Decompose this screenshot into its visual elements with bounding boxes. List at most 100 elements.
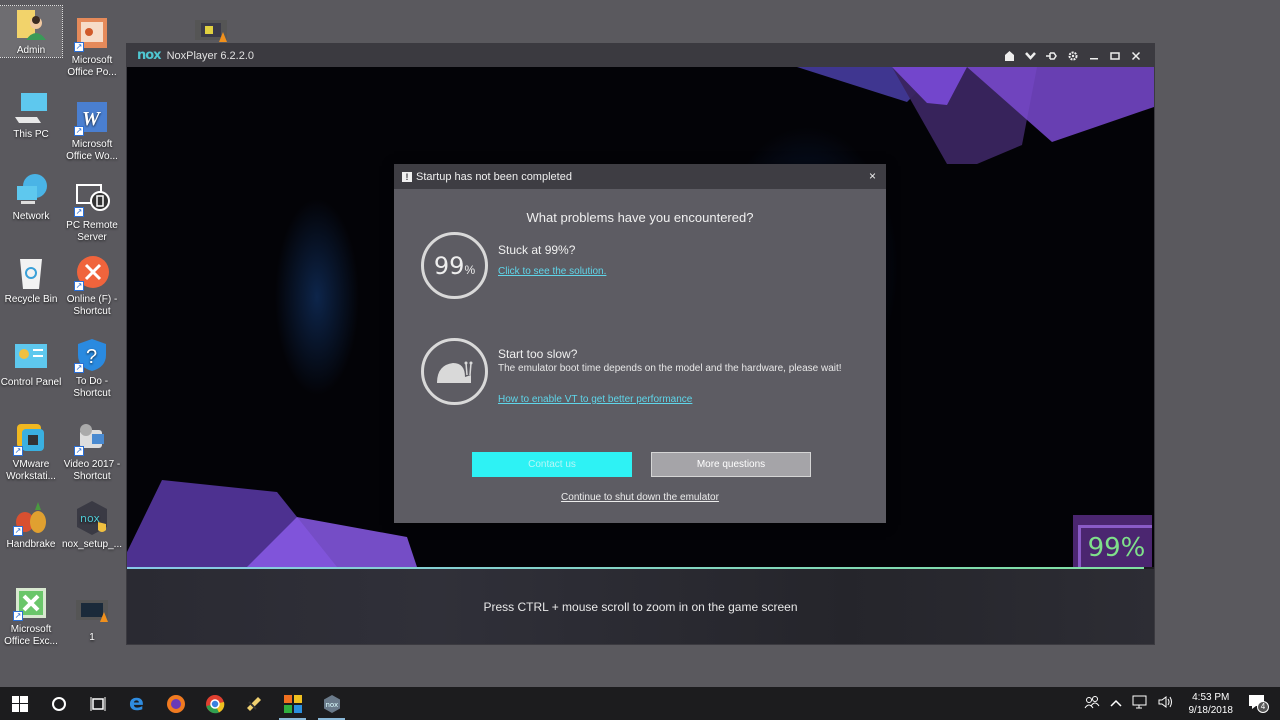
dialog-header[interactable]: ! Startup has not been completed ×	[394, 164, 886, 189]
boot-progress-text: 99%	[1078, 525, 1152, 567]
video-file-icon[interactable]	[193, 18, 229, 42]
desktop-icon-this-pc[interactable]: This PC	[0, 90, 62, 141]
window-controls	[999, 44, 1146, 67]
nox-setup-icon: nox	[74, 500, 110, 536]
warning-icon: !	[402, 171, 412, 182]
word-icon: W ↗	[74, 100, 110, 136]
chrome-icon[interactable]	[195, 687, 234, 720]
tiles-app-icon[interactable]	[273, 687, 312, 720]
winamp-icon[interactable]	[234, 687, 273, 720]
shutdown-emulator-link[interactable]: Continue to shut down the emulator	[394, 492, 886, 503]
title-bar[interactable]: nox NoxPlayer 6.2.2.0	[127, 44, 1154, 67]
shortcut-arrow-icon: ↗	[74, 446, 84, 456]
desktop-icon-label: This PC	[13, 129, 49, 140]
shortcut-arrow-icon: ↗	[13, 611, 23, 621]
shutdown-link-text[interactable]: Continue to shut down the emulator	[561, 492, 719, 503]
svg-text:?: ?	[86, 346, 97, 368]
svg-text:nox: nox	[80, 512, 100, 525]
error-x-icon: ↗	[74, 255, 110, 291]
desktop-icon-label: To Do - Shortcut	[73, 376, 111, 399]
network-icon	[13, 172, 49, 208]
desktop-icon-label: Online (F) - Shortcut	[66, 294, 118, 317]
solution-link[interactable]: Click to see the solution.	[498, 266, 606, 277]
desktop-icon-label: Recycle Bin	[4, 294, 58, 305]
problem-slow-title: Start too slow?	[498, 347, 578, 361]
desktop-icon-label: Microsoft Office Wo...	[66, 139, 118, 162]
video-file-icon	[74, 593, 110, 629]
background-shape-top-right	[797, 67, 1154, 164]
boot-progress-badge: 99%	[1073, 515, 1152, 567]
desktop-icon-excel[interactable]: ↗ Microsoft Office Exc...	[0, 585, 62, 648]
shortcut-arrow-icon: ↗	[74, 126, 84, 136]
zoom-hint-text: Press CTRL + mouse scroll to zoom in on …	[483, 599, 798, 614]
startup-dialog: ! Startup has not been completed × What …	[394, 164, 886, 523]
show-hidden-icons-chevron[interactable]	[1105, 698, 1127, 710]
background-shape-bottom-left	[127, 480, 417, 567]
network-status-icon[interactable]	[1127, 695, 1153, 712]
desktop-icon-label: Video 2017 - Shortcut	[63, 459, 121, 482]
dialog-close-button[interactable]: ×	[869, 169, 876, 183]
desktop-icon-word[interactable]: W ↗ Microsoft Office Wo...	[61, 100, 123, 163]
desktop-icon-label: Handbrake	[6, 539, 56, 550]
chevron-down-icon[interactable]	[1020, 44, 1041, 67]
windows-start-icon[interactable]	[0, 687, 39, 720]
desktop-icon-handbrake[interactable]: ↗ Handbrake	[0, 500, 62, 551]
excel-icon: ↗	[13, 585, 49, 621]
desktop-icon-video-1[interactable]: 1	[61, 593, 123, 644]
clock-date: 9/18/2018	[1188, 704, 1234, 716]
desktop-icon-control-panel[interactable]: Control Panel	[0, 338, 62, 389]
desktop-icon-admin[interactable]: Admin	[0, 5, 63, 58]
desktop-icon-pc-remote-server[interactable]: ↗ PC Remote Server	[61, 181, 123, 244]
shortcut-arrow-icon: ↗	[74, 281, 84, 291]
problem-slow-description: The emulator boot time depends on the mo…	[498, 363, 842, 374]
desktop-icon-label: PC Remote Server	[66, 220, 118, 243]
minimize-icon[interactable]	[1083, 44, 1104, 67]
gear-icon[interactable]	[1062, 44, 1083, 67]
close-icon[interactable]	[1125, 44, 1146, 67]
desktop-icon-to-do[interactable]: ? ↗ To Do - Shortcut	[61, 337, 123, 400]
contact-us-button[interactable]: Contact us	[472, 452, 632, 477]
shortcut-arrow-icon: ↗	[74, 42, 84, 52]
cortana-icon[interactable]	[39, 687, 78, 720]
desktop-icon-recycle-bin[interactable]: Recycle Bin	[0, 255, 62, 306]
snail-icon	[421, 338, 488, 405]
desktop-icon-powerpoint[interactable]: ↗ Microsoft Office Po...	[61, 16, 123, 79]
firefox-icon[interactable]	[156, 687, 195, 720]
hint-bar: Press CTRL + mouse scroll to zoom in on …	[127, 569, 1154, 644]
clock[interactable]: 4:53 PM 9/18/2018	[1179, 691, 1244, 717]
desktop-icon-label: Microsoft Office Exc...	[4, 624, 58, 647]
nox-logo: nox	[137, 48, 162, 63]
people-icon[interactable]	[1079, 695, 1105, 712]
svg-text:nox: nox	[325, 701, 338, 709]
task-view-icon[interactable]	[78, 687, 117, 720]
camcorder-icon: ↗	[74, 420, 110, 456]
dialog-title: Startup has not been completed	[416, 170, 572, 183]
desktop-icon-label: Admin	[16, 45, 46, 56]
taskbar: e nox 4:53 PM 9/18/2018 4	[0, 687, 1280, 720]
system-tray: 4:53 PM 9/18/2018 4	[1079, 687, 1280, 720]
maximize-icon[interactable]	[1104, 44, 1125, 67]
edge-icon[interactable]: e	[117, 687, 156, 720]
desktop-icon-video-2017[interactable]: ↗ Video 2017 - Shortcut	[61, 420, 123, 483]
notifications-icon[interactable]: 4	[1243, 694, 1280, 713]
nox-icon[interactable]: nox	[312, 687, 351, 720]
volume-icon[interactable]	[1153, 695, 1179, 712]
dialog-question: What problems have you encountered?	[526, 210, 754, 225]
more-questions-button[interactable]: More questions	[651, 452, 811, 477]
svg-text:W: W	[82, 108, 101, 130]
pin-icon[interactable]	[1041, 44, 1062, 67]
home-icon[interactable]	[999, 44, 1020, 67]
window-title: NoxPlayer 6.2.2.0	[166, 49, 255, 62]
desktop-icon-online-f[interactable]: ↗ Online (F) - Shortcut	[61, 255, 123, 318]
desktop-icon-label: nox_setup_...	[61, 539, 123, 550]
desktop-icon-label: VMware Workstati...	[6, 459, 56, 482]
clock-time: 4:53 PM	[1192, 691, 1230, 703]
enable-vt-link[interactable]: How to enable VT to get better performan…	[498, 394, 692, 405]
shortcut-arrow-icon: ↗	[13, 446, 23, 456]
desktop-icon-nox-setup[interactable]: nox nox_setup_...	[61, 500, 123, 551]
desktop-icon-vmware[interactable]: ↗ VMware Workstati...	[0, 420, 62, 483]
desktop-icon-label: 1	[89, 632, 95, 643]
desktop-icon-network[interactable]: Network	[0, 172, 62, 223]
user-folder-icon	[13, 6, 49, 42]
desktop-icon-label: Control Panel	[0, 377, 62, 388]
